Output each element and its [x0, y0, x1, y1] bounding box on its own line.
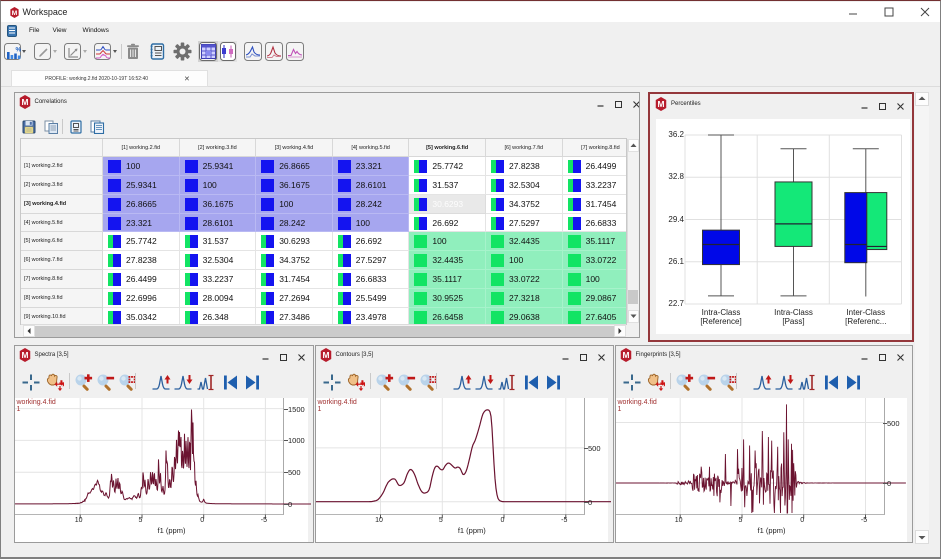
svg-text:M: M: [322, 350, 329, 360]
svg-text:M: M: [658, 99, 665, 109]
svg-text:M: M: [21, 97, 28, 107]
svg-text:M: M: [11, 10, 17, 17]
svg-text:M: M: [622, 350, 629, 360]
svg-text:M: M: [21, 350, 28, 360]
svg-text:%: %: [16, 46, 22, 53]
